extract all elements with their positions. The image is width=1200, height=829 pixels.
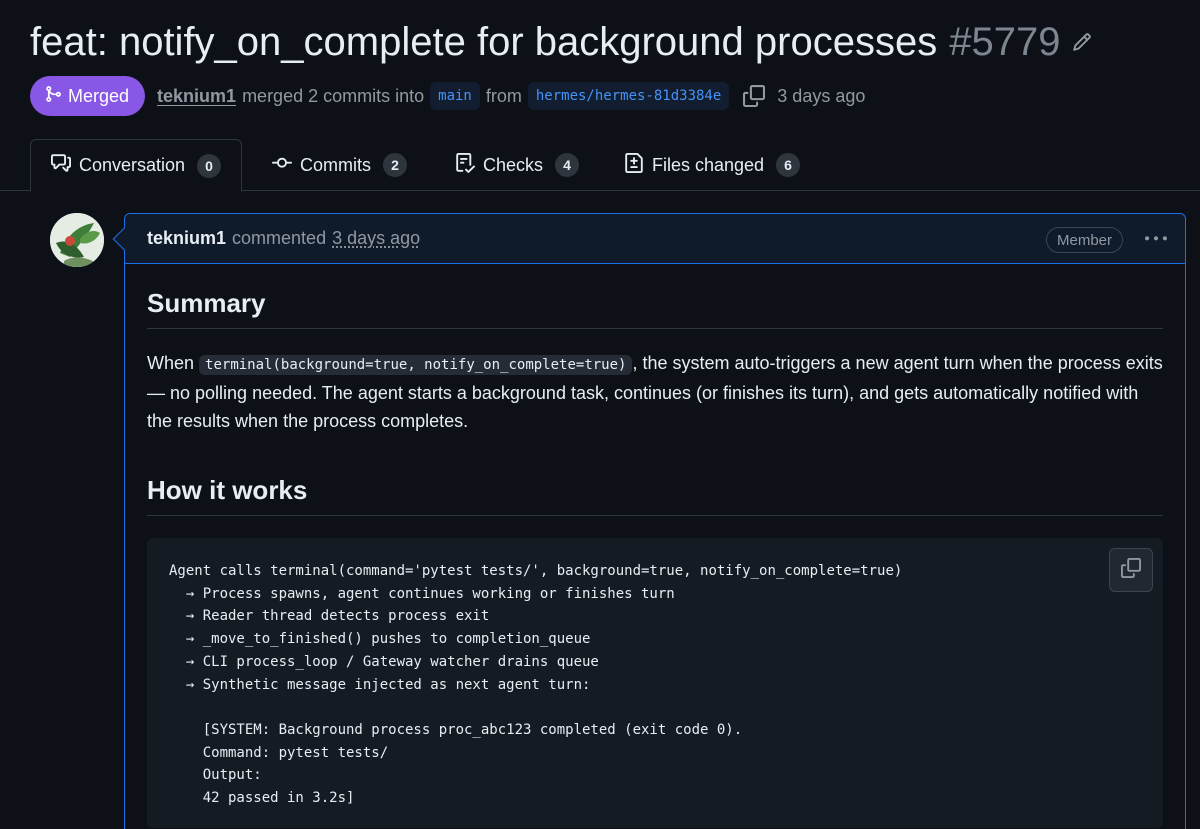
checklist-icon — [455, 152, 476, 178]
tab-conversation[interactable]: Conversation 0 — [30, 139, 243, 192]
tab-conversation-label: Conversation — [79, 155, 186, 175]
merged-status-badge: Merged — [30, 76, 146, 116]
pr-title: feat: notify_on_complete for background … — [30, 20, 938, 64]
code-content: Agent calls terminal(command='pytest tes… — [169, 563, 903, 807]
pr-meta: Merged teknium1 merged 2 commits into ma… — [30, 76, 865, 116]
tab-conversation-count: 0 — [197, 153, 222, 178]
how-it-works-heading: How it works — [147, 473, 1163, 516]
comment-discussion-icon — [51, 153, 71, 178]
tab-checks-count: 4 — [555, 153, 580, 177]
copy-icon — [1121, 557, 1141, 583]
tab-files-changed-count: 6 — [776, 153, 801, 177]
pr-header: feat: notify_on_complete for background … — [30, 18, 1180, 66]
kebab-horizontal-icon[interactable] — [1145, 226, 1167, 252]
pr-tabs: Conversation 0 Commits 2 Checks 4 Files … — [0, 139, 1200, 192]
author-link[interactable]: teknium1 — [157, 86, 236, 107]
code-block: Agent calls terminal(command='pytest tes… — [147, 538, 1163, 828]
git-commit-icon — [272, 153, 292, 178]
inline-code: terminal(background=true, notify_on_comp… — [199, 355, 633, 375]
comment-card: teknium1 commented 3 days ago Member Sum… — [124, 213, 1186, 829]
comment-header: teknium1 commented 3 days ago Member — [125, 214, 1185, 264]
avatar[interactable] — [50, 213, 104, 267]
comment-action: commented — [232, 228, 327, 248]
pencil-icon[interactable] — [1072, 32, 1092, 52]
base-branch[interactable]: main — [430, 82, 480, 110]
summary-text-before: When — [147, 353, 200, 373]
summary-heading: Summary — [147, 286, 1163, 329]
comment-body: Summary When terminal(background=true, n… — [125, 264, 1185, 828]
merged-status-label: Merged — [68, 85, 130, 106]
from-text: from — [485, 85, 522, 106]
head-branch[interactable]: hermes/hermes-81d3384e — [527, 82, 730, 110]
tab-commits-count: 2 — [383, 153, 407, 177]
tab-checks-label: Checks — [483, 154, 544, 175]
merge-time: 3 days ago — [777, 85, 866, 106]
pr-number: #5779 — [949, 20, 1061, 64]
summary-paragraph: When terminal(background=true, notify_on… — [147, 349, 1163, 435]
tab-commits[interactable]: Commits 2 — [272, 139, 407, 191]
member-badge: Member — [1045, 227, 1123, 253]
tab-checks[interactable]: Checks 4 — [455, 139, 580, 191]
merged-text: merged 2 commits into — [242, 85, 425, 106]
comment-time[interactable]: 3 days ago — [332, 228, 420, 249]
tab-commits-label: Commits — [300, 154, 371, 175]
git-merge-icon — [44, 85, 62, 108]
copy-code-button[interactable] — [1109, 548, 1153, 592]
file-diff-icon — [624, 152, 644, 178]
pr-title-row: feat: notify_on_complete for background … — [30, 18, 1180, 66]
tab-files-changed[interactable]: Files changed 6 — [624, 139, 801, 191]
comment-author[interactable]: teknium1 — [147, 228, 226, 249]
tab-files-changed-label: Files changed — [652, 154, 765, 175]
copy-branch-icon[interactable] — [743, 85, 766, 107]
